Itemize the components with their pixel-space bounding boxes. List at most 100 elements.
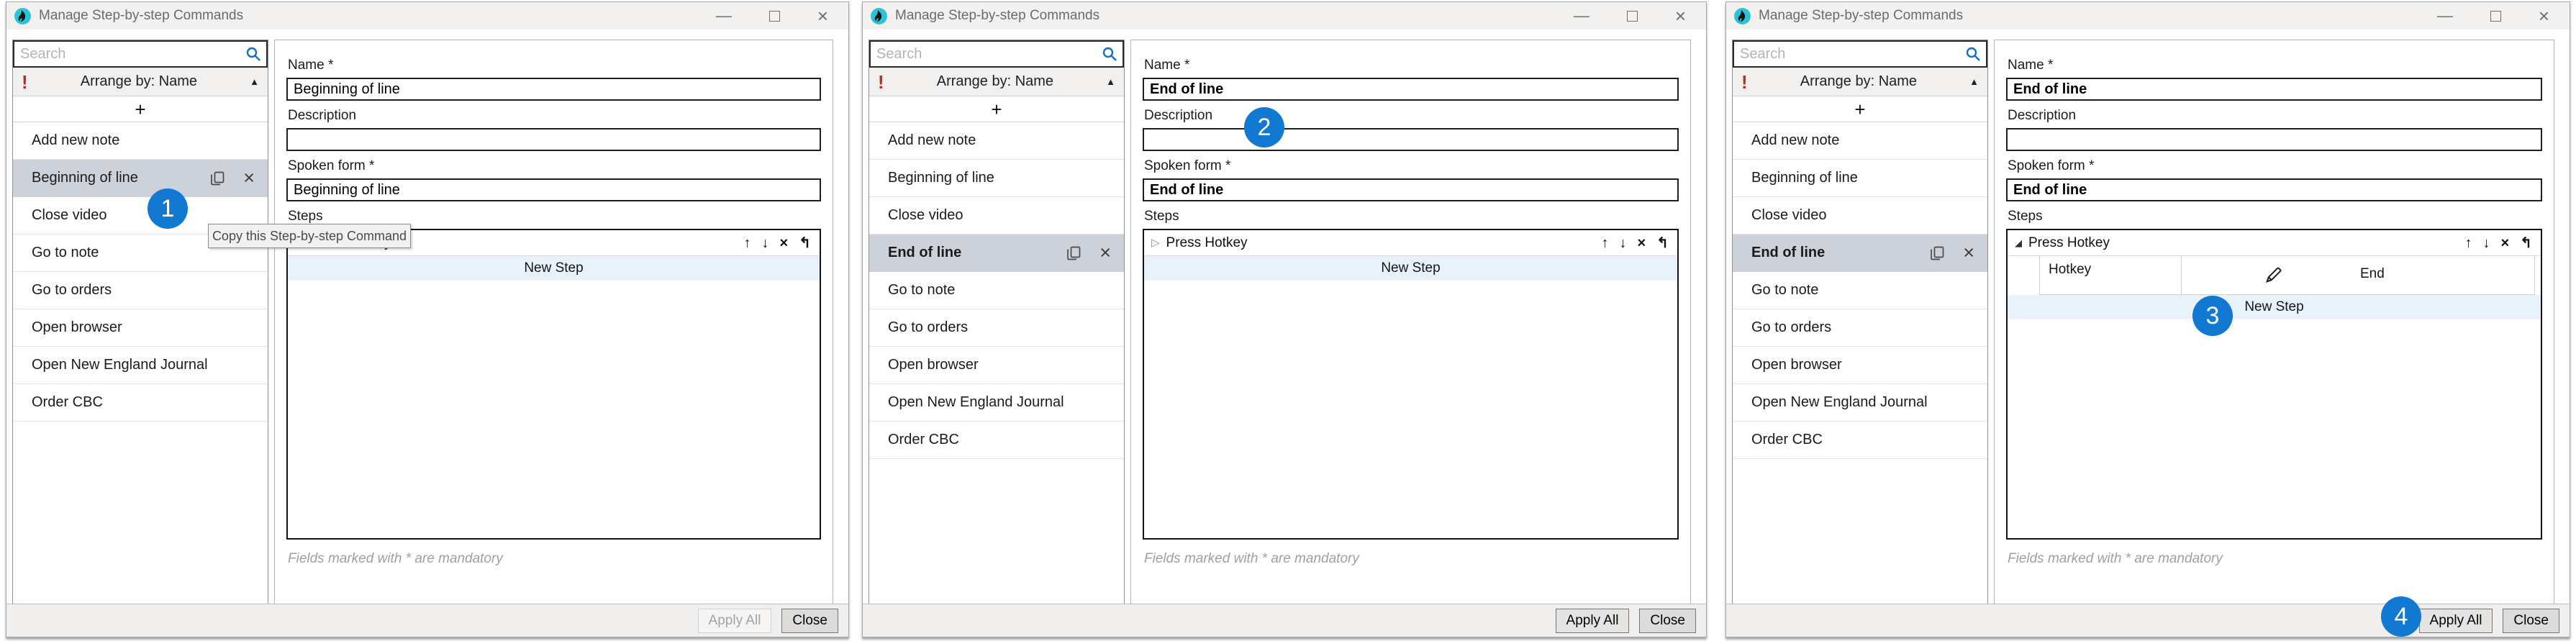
- move-step-up-icon[interactable]: ↑: [2465, 236, 2472, 250]
- plus-icon: +: [991, 100, 1002, 119]
- maximize-icon[interactable]: [769, 11, 780, 22]
- add-command-button[interactable]: +: [1733, 96, 1987, 122]
- add-command-button[interactable]: +: [869, 96, 1124, 122]
- new-step-button[interactable]: New Step: [2008, 295, 2541, 319]
- mandatory-note: Fields marked with * are mandatory: [2008, 551, 2542, 567]
- search-icon[interactable]: [245, 45, 262, 63]
- undo-step-icon[interactable]: ↰: [2520, 236, 2532, 250]
- titlebar-close-icon[interactable]: ×: [1675, 6, 1686, 25]
- arrange-by-header[interactable]: ! Arrange by: Name ▲: [1733, 68, 1987, 96]
- list-item-selected[interactable]: End of line ×: [869, 235, 1124, 272]
- sort-ascending-icon: ▲: [1106, 76, 1115, 87]
- list-item[interactable]: Add new note: [869, 122, 1124, 160]
- close-button[interactable]: Close: [781, 609, 838, 633]
- list-item[interactable]: Open New England Journal: [869, 384, 1124, 422]
- search-icon[interactable]: [1101, 45, 1118, 63]
- close-button[interactable]: Close: [1639, 609, 1696, 633]
- copy-command-icon[interactable]: [1928, 245, 1946, 262]
- delete-step-icon[interactable]: ×: [1638, 236, 1646, 250]
- list-item[interactable]: Go to note: [869, 272, 1124, 309]
- footer-bar: Apply All Close: [863, 604, 1706, 637]
- new-step-button[interactable]: New Step: [288, 256, 820, 281]
- maximize-icon[interactable]: [2490, 11, 2501, 22]
- spoken-form-input[interactable]: [286, 178, 821, 201]
- description-input[interactable]: [286, 128, 821, 151]
- arrange-by-label: Arrange by: Name: [1748, 73, 1969, 90]
- copy-command-icon[interactable]: [1065, 245, 1082, 262]
- list-item[interactable]: Order CBC: [869, 422, 1124, 459]
- search-input[interactable]: [1733, 40, 1987, 68]
- expander-collapsed-icon[interactable]: ▷: [1151, 237, 1160, 248]
- apply-all-button[interactable]: Apply All: [1556, 609, 1630, 633]
- name-input[interactable]: [1143, 78, 1679, 101]
- description-label: Description: [288, 108, 821, 124]
- list-item[interactable]: Go to orders: [1733, 309, 1987, 347]
- spoken-form-input[interactable]: [2006, 178, 2542, 201]
- minimize-icon[interactable]: —: [716, 8, 732, 24]
- move-step-up-icon[interactable]: ↑: [1602, 236, 1609, 250]
- list-item[interactable]: Open browser: [1733, 347, 1987, 384]
- new-step-button[interactable]: New Step: [1144, 256, 1677, 281]
- delete-command-icon[interactable]: ×: [1099, 243, 1111, 263]
- list-item-selected[interactable]: End of line ×: [1733, 235, 1987, 272]
- close-button[interactable]: Close: [2503, 609, 2559, 633]
- minimize-icon[interactable]: —: [2437, 8, 2453, 24]
- list-item[interactable]: Open browser: [13, 309, 268, 347]
- move-step-down-icon[interactable]: ↓: [1620, 236, 1627, 250]
- add-command-button[interactable]: +: [13, 96, 268, 122]
- sort-ascending-icon: ▲: [250, 76, 259, 87]
- list-item[interactable]: Go to orders: [869, 309, 1124, 347]
- list-item[interactable]: Open New England Journal: [1733, 384, 1987, 422]
- edit-hotkey-icon[interactable]: [2263, 264, 2285, 286]
- list-item[interactable]: Add new note: [13, 122, 268, 160]
- search-input[interactable]: [869, 40, 1124, 68]
- spoken-form-input[interactable]: [1143, 178, 1679, 201]
- search-icon[interactable]: [1964, 45, 1982, 63]
- move-step-down-icon[interactable]: ↓: [762, 236, 769, 250]
- list-item[interactable]: Beginning of line: [869, 160, 1124, 197]
- copy-command-icon[interactable]: [209, 170, 226, 187]
- move-step-up-icon[interactable]: ↑: [744, 236, 751, 250]
- description-input[interactable]: [1143, 128, 1679, 151]
- list-item[interactable]: Order CBC: [13, 384, 268, 422]
- step-header[interactable]: ◢ Press Hotkey ↑ ↓ × ↰: [2008, 230, 2541, 256]
- list-item[interactable]: Add new note: [1733, 122, 1987, 160]
- minimize-icon[interactable]: —: [1574, 8, 1589, 24]
- titlebar-close-icon[interactable]: ×: [2539, 6, 2549, 25]
- delete-step-icon[interactable]: ×: [780, 236, 789, 250]
- description-label: Description: [2008, 108, 2542, 124]
- delete-step-icon[interactable]: ×: [2501, 236, 2510, 250]
- arrange-by-header[interactable]: ! Arrange by: Name ▲: [13, 68, 268, 96]
- undo-step-icon[interactable]: ↰: [799, 236, 811, 250]
- list-item[interactable]: Open browser: [869, 347, 1124, 384]
- undo-step-icon[interactable]: ↰: [1656, 236, 1669, 250]
- window-manage-commands-2: Manage Step-by-step Commands — × ! Arran…: [862, 1, 1707, 637]
- name-input[interactable]: [286, 78, 821, 101]
- list-item[interactable]: Open New England Journal: [13, 347, 268, 384]
- move-step-down-icon[interactable]: ↓: [2483, 236, 2490, 250]
- step-header[interactable]: ▷ Press Hotkey ↑ ↓ × ↰: [1144, 230, 1677, 256]
- search-input[interactable]: [13, 40, 268, 68]
- command-list: Add new note Beginning of line Close vid…: [869, 122, 1124, 459]
- maximize-icon[interactable]: [1627, 11, 1638, 22]
- name-input[interactable]: [2006, 78, 2542, 101]
- description-input[interactable]: [2006, 128, 2542, 151]
- titlebar-close-icon[interactable]: ×: [817, 6, 828, 25]
- step-title: Press Hotkey: [2028, 235, 2110, 251]
- expander-expanded-icon[interactable]: ◢: [2015, 238, 2022, 247]
- delete-command-icon[interactable]: ×: [1963, 243, 1974, 263]
- arrange-by-header[interactable]: ! Arrange by: Name ▲: [869, 68, 1124, 96]
- apply-all-button[interactable]: Apply All: [2419, 609, 2493, 633]
- list-item[interactable]: Beginning of line: [1733, 160, 1987, 197]
- list-item[interactable]: Close video: [869, 197, 1124, 235]
- list-item[interactable]: Go to orders: [13, 272, 268, 309]
- list-item[interactable]: Close video: [1733, 197, 1987, 235]
- list-item[interactable]: Go to note: [1733, 272, 1987, 309]
- window-title: Manage Step-by-step Commands: [895, 8, 1099, 24]
- mandatory-note: Fields marked with * are mandatory: [1144, 551, 1679, 567]
- apply-all-button[interactable]: Apply All: [698, 609, 772, 633]
- list-item[interactable]: Order CBC: [1733, 422, 1987, 459]
- list-item-selected[interactable]: Beginning of line ×: [13, 160, 268, 197]
- delete-command-icon[interactable]: ×: [243, 168, 255, 188]
- command-list: Add new note Beginning of line × Close v…: [13, 122, 268, 422]
